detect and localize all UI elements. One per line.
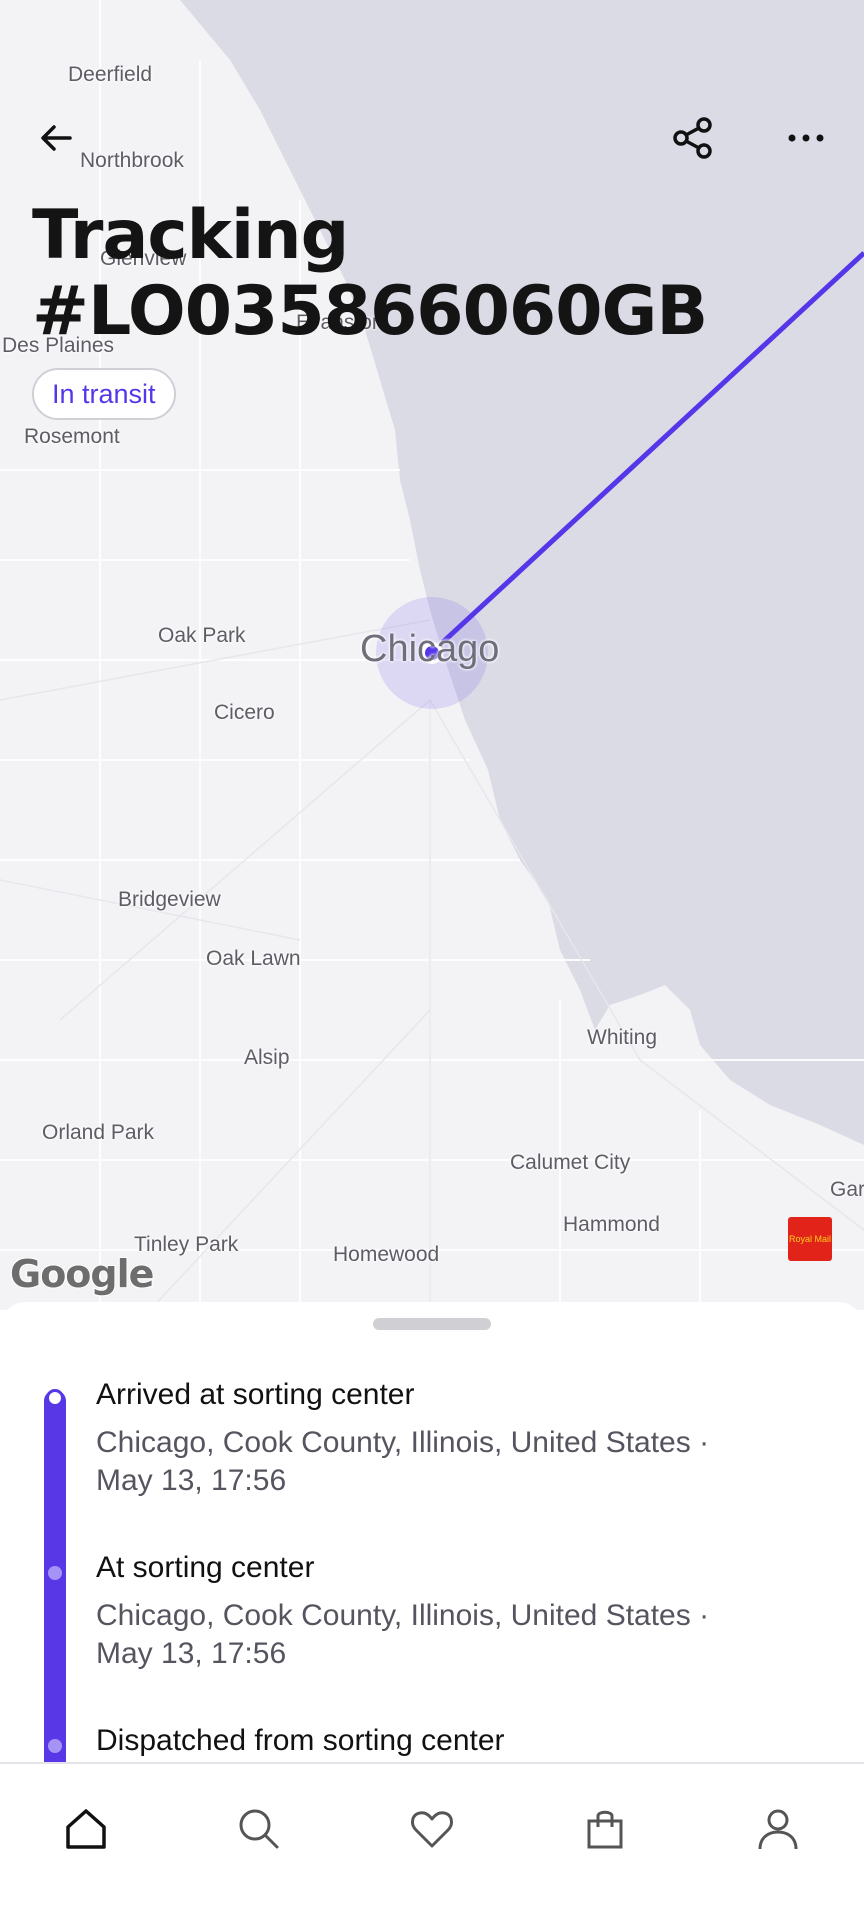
nav-favorites[interactable] [397,1794,467,1864]
carrier-logo-text: Royal Mail [788,1234,831,1244]
heart-icon [411,1811,453,1848]
map-label-alsip: Alsip [244,1046,290,1069]
event-title: Arrived at sorting center [96,1378,415,1411]
lake-michigan [180,0,864,1145]
search-icon [239,1809,279,1849]
timeline-dot [48,1739,62,1753]
map-label-cicero: Cicero [214,701,275,724]
event-time: May 13, 17:56 [96,1464,287,1497]
page-title: Tracking #LO035866060GB [32,196,708,351]
timeline-dot-current [46,1389,64,1407]
map-label-oak-park: Oak Park [158,624,246,647]
arrow-left-icon [41,125,72,151]
profile-icon [758,1809,798,1850]
tracking-sheet[interactable]: Arrived at sorting center Chicago, Cook … [0,1302,864,1762]
map-label-orland-park: Orland Park [42,1121,155,1144]
map-label-northbrook: Northbrook [80,149,184,172]
event-time: May 13, 17:56 [96,1637,287,1670]
event-location: Chicago, Cook County, Illinois, United S… [96,1599,710,1632]
sheet-grabber[interactable] [373,1318,491,1330]
google-attribution: Google [9,1251,155,1297]
event-details: Chicago, Cook County, Illinois, United S… [96,1597,836,1673]
nav-home[interactable] [51,1794,121,1864]
status-badge: In transit [32,368,176,420]
map-label-chicago: Chicago [360,628,500,670]
map-label-homewood: Homewood [333,1243,440,1266]
title-tracking: Tracking [32,196,349,275]
nav-bag[interactable] [570,1794,640,1864]
event-title: Dispatched from sorting center [96,1724,505,1757]
tracking-number: #LO035866060GB [32,272,708,351]
event-details: Chicago, Cook County, Illinois, United S… [96,1424,836,1500]
event-location: Chicago, Cook County, Illinois, United S… [96,1426,710,1459]
timeline-event: At sorting center Chicago, Cook County, … [96,1549,836,1673]
timeline-dot [48,1566,62,1580]
map-label-oak-lawn: Oak Lawn [206,947,301,970]
map-label-calumet-city: Calumet City [510,1151,631,1174]
nav-search[interactable] [224,1794,294,1864]
carrier-logo[interactable]: Royal Mail [788,1217,832,1261]
timeline-event: Dispatched from sorting center [96,1722,836,1760]
timeline-event: Arrived at sorting center Chicago, Cook … [96,1376,836,1500]
event-title: At sorting center [96,1551,315,1584]
map-label-deerfield: Deerfield [68,63,153,86]
map-label-whiting: Whiting [587,1026,658,1049]
more-horizontal-icon [788,134,824,142]
nav-profile[interactable] [743,1794,813,1864]
bottom-navigation [0,1762,864,1920]
back-button[interactable] [28,110,84,166]
more-button[interactable] [778,110,834,166]
map-label-hammond: Hammond [563,1213,660,1236]
home-icon [66,1809,106,1849]
share-icon [673,117,712,159]
map-label-rosemont: Rosemont [24,425,120,448]
share-button[interactable] [665,110,721,166]
map-label-gary: Gar [830,1178,864,1201]
map-label-bridgeview: Bridgeview [118,888,221,911]
bag-icon [587,1810,623,1849]
